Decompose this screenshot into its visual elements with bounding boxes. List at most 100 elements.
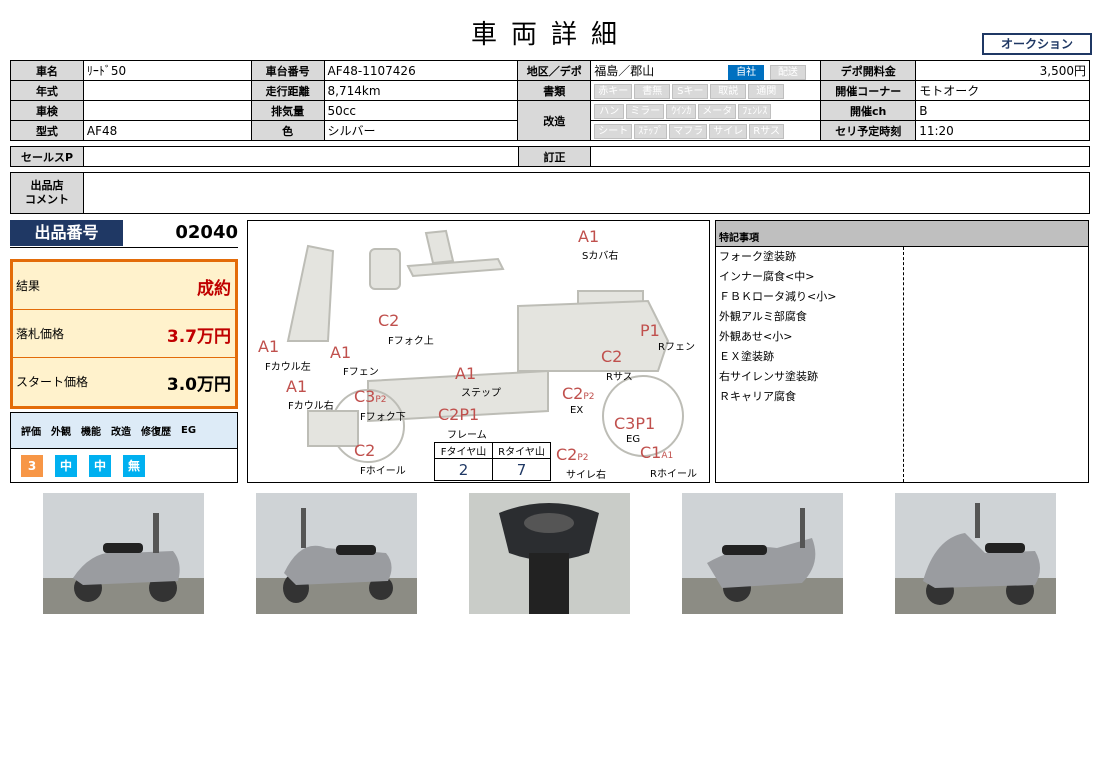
- label-silencer-r: サイレ右: [566, 470, 606, 481]
- label-eg: EG: [626, 434, 641, 445]
- vehicle-photo-right-side[interactable]: [895, 493, 1056, 614]
- name-value: ﾘｰﾄﾞ50: [82, 60, 252, 81]
- handlebar-shape: [406, 257, 505, 278]
- code-f-fork-down: C3P2: [354, 387, 387, 406]
- correction-label: 訂正: [517, 146, 592, 167]
- code-r-fender: P1: [640, 321, 660, 340]
- label-s-cover-r: Sカバ右: [582, 251, 619, 262]
- evaluation-values: 3 中 中 無: [11, 449, 237, 477]
- code-step: A1: [455, 364, 477, 383]
- code-eg-secondary: P1: [635, 414, 656, 433]
- label-f-cowl-r: Fカウル右: [288, 401, 334, 412]
- mod-chip: サイレ: [709, 123, 748, 139]
- result-key: スタート価格: [16, 375, 89, 389]
- code-frame: C2P1: [438, 405, 479, 424]
- fee-value: 3,500円: [915, 60, 1090, 81]
- code-silencer-r-sub: P2: [577, 453, 589, 463]
- result-value: 成約: [197, 279, 231, 299]
- area-cell: 福島／郡山 自社 配送: [590, 60, 822, 81]
- label-frame: フレーム: [447, 430, 487, 441]
- headlight-shape: [369, 248, 401, 290]
- code-ex: C2P2: [562, 384, 595, 403]
- note-item: ＥＸ塗装跡: [719, 350, 774, 363]
- code-f-wheel: C2: [354, 441, 376, 460]
- code-ex-sub: P2: [583, 392, 595, 402]
- note-item: 外観あせ<小>: [719, 330, 793, 343]
- label-f-fender: Fフェン: [343, 367, 379, 378]
- docs-label: 書類: [517, 80, 592, 101]
- mod-chip: ｽﾃｯﾌﾟ: [634, 123, 668, 139]
- label-ex: EX: [570, 405, 584, 416]
- vehicle-photo-front-angle[interactable]: [256, 493, 417, 614]
- code-silencer-r: C2P2: [556, 445, 589, 464]
- tire-tread-table: Fタイヤ山 Rタイヤ山 2 7: [434, 442, 551, 481]
- spec-table: 車名 ﾘｰﾄﾞ50 車台番号 AF48-1107426 地区／デポ 福島／郡山 …: [10, 60, 1090, 141]
- mirror-shape: [424, 229, 455, 265]
- time-value: 11:20: [915, 120, 1090, 141]
- mod-chip: ﾌｪﾝﾚｽ: [738, 103, 772, 119]
- mileage-label: 走行距離: [250, 80, 325, 101]
- special-notes-body: フォーク塗装跡 インナー腐食<中> ＦＢＫロータ減り<小> 外観アルミ部腐食 外…: [716, 247, 1088, 482]
- label-f-wheel: Fホイール: [360, 466, 406, 477]
- model-label: 型式: [10, 120, 84, 141]
- fee-label: デポ開料金: [820, 60, 917, 81]
- lot-underline: [10, 247, 238, 248]
- label-r-sus: Rサス: [606, 372, 633, 383]
- result-key: 落札価格: [16, 327, 65, 341]
- model-value: AF48: [82, 120, 252, 141]
- code-f-cowl-r: A1: [286, 377, 308, 396]
- notes-divider: [903, 247, 904, 482]
- docs-chip: Sキー: [672, 83, 709, 99]
- auction-button[interactable]: オークション: [982, 33, 1092, 55]
- code-frame-main: C2: [438, 405, 460, 424]
- mod-chips-2: シート ｽﾃｯﾌﾟ マフラ サイレ Rサス: [590, 120, 822, 141]
- eval-header: EG: [181, 425, 197, 436]
- color-label: 色: [250, 120, 325, 141]
- salespoint-value: [82, 146, 519, 167]
- mod-chip: マフラ: [669, 123, 708, 139]
- vehicle-photo-rear-angle[interactable]: [682, 493, 843, 614]
- note-item: Ｒキャリア腐食: [719, 390, 796, 403]
- special-notes-box: 特記事項 フォーク塗装跡 インナー腐食<中> ＦＢＫロータ減り<小> 外観アルミ…: [715, 220, 1089, 483]
- vehicle-photo-left-side[interactable]: [43, 493, 204, 614]
- result-key: 結果: [16, 279, 41, 293]
- result-box: 結果 成約 落札価格 3.7万円 スタート価格 3.0万円: [10, 259, 238, 409]
- mileage-value: 8,714km: [323, 80, 519, 101]
- code-f-cowl-l: A1: [258, 337, 280, 356]
- code-silencer-r-main: C2: [556, 445, 578, 464]
- label-step: ステップ: [461, 388, 501, 399]
- mod-chip: ミラー: [626, 103, 665, 119]
- eval-header: 外観: [51, 427, 71, 438]
- year-label: 年式: [10, 80, 84, 101]
- eval-header: 機能: [81, 427, 101, 438]
- eval-header: 評価: [21, 427, 41, 438]
- inspection-value: [82, 100, 252, 121]
- result-value: 3.0万円: [166, 375, 231, 395]
- area-label: 地区／デポ: [517, 60, 592, 81]
- front-tire-label: Fタイヤ山: [434, 442, 493, 459]
- code-f-fork-up: C2: [378, 311, 400, 330]
- page-title: 車両詳細: [470, 20, 631, 50]
- frame-value: AF48-1107426: [323, 60, 519, 81]
- salespoint-table: セールスP 訂正: [10, 146, 1090, 167]
- code-s-cover-r: A1: [578, 227, 600, 246]
- result-row: スタート価格 3.0万円: [13, 358, 235, 406]
- note-item: ＦＢＫロータ減り<小>: [719, 290, 837, 303]
- docs-chips: 赤キー 書無 Sキー 取説 通関: [590, 80, 822, 101]
- correction-value: [590, 146, 1090, 167]
- vehicle-photo-meter[interactable]: [469, 493, 630, 614]
- code-f-fender: A1: [330, 343, 352, 362]
- code-r-wheel-main: C1: [640, 443, 662, 462]
- lot-number-block: 出品番号 02040: [10, 220, 238, 248]
- corner-label: 開催コーナー: [820, 80, 917, 101]
- code-eg-main: C3: [614, 414, 636, 433]
- displacement-value: 50cc: [323, 100, 519, 121]
- ch-value: B: [915, 100, 1090, 121]
- label-f-cowl-l: Fカウル左: [265, 362, 311, 373]
- damage-diagram: A1 Sカバ右 C2 Fフォク上 P1 Rフェン A1 Fカウル左 A1 Fフェ…: [247, 220, 710, 483]
- docs-chip: 赤キー: [594, 83, 633, 99]
- mod-chip: ハン: [594, 103, 625, 119]
- note-item: 右サイレンサ塗装跡: [719, 370, 818, 383]
- comment-table: 出品店 コメント: [10, 172, 1091, 214]
- docs-chip: 取説: [710, 83, 747, 99]
